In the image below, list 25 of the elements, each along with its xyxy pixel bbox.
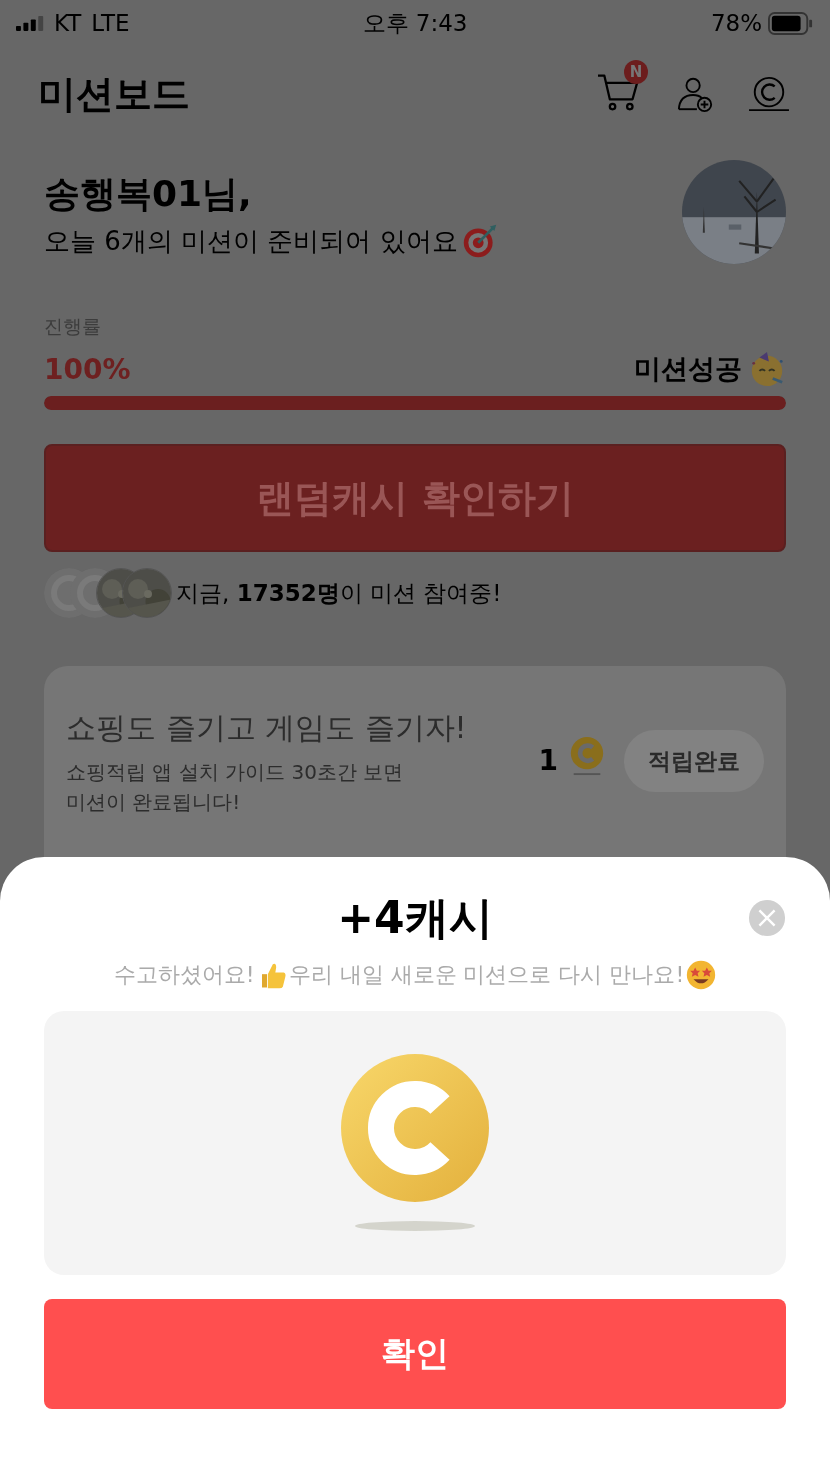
- mission-description: 쇼핑적립 앱 설치 가이드 30초간 보면 미션이 완료됩니다!: [66, 759, 405, 816]
- battery-icon: [768, 11, 814, 35]
- page-title: 미션보드: [38, 70, 190, 118]
- participants-text: 지금, 17352명이 미션 참여중!: [176, 578, 502, 608]
- popup-title: +4캐시: [337, 890, 493, 945]
- reward-amount: 1: [538, 744, 558, 777]
- network-type: LTE: [91, 10, 130, 36]
- mission-title: 쇼핑도 즐기고 게임도 즐기자!: [66, 709, 468, 747]
- coin-icon[interactable]: [748, 75, 790, 113]
- confirm-button[interactable]: 확인: [44, 1299, 786, 1409]
- clock-time: 오후 7:43: [362, 8, 468, 38]
- coin-icon: [568, 736, 606, 778]
- carrier-name: KT: [54, 10, 82, 36]
- mission-status: 미션성공: [634, 352, 742, 386]
- popup-message: 수고하셨어요!: [113, 961, 255, 989]
- user-greeting: 송행복01님,: [44, 172, 253, 216]
- starry-eyed-face-icon: [686, 960, 717, 990]
- signal-icon: [16, 15, 44, 31]
- battery-percent: 78%: [710, 10, 762, 36]
- new-badge: N: [624, 60, 648, 84]
- popup-message: 우리 내일 새로운 미션으로 다시 만나요!: [288, 961, 685, 989]
- target-icon: [461, 223, 498, 259]
- add-user-icon[interactable]: [676, 75, 714, 113]
- mission-count-message: 오늘 6개의 미션이 준비되어 있어요: [44, 224, 458, 258]
- progress-percent: 100%: [44, 352, 131, 386]
